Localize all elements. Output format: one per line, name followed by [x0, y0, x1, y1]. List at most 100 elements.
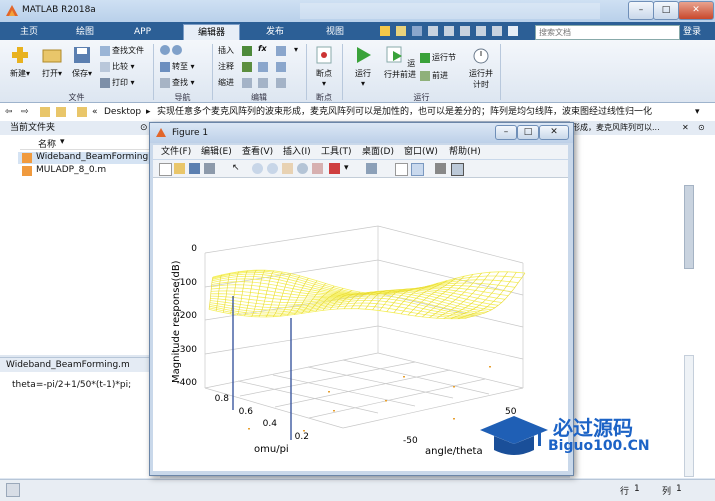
- goto-button[interactable]: 转至 ▾: [160, 61, 195, 72]
- breakpoint-icon: [316, 46, 332, 64]
- tab-view[interactable]: 视图: [312, 24, 358, 40]
- search-documentation-input[interactable]: 搜索文档: [535, 25, 680, 40]
- new-figure-icon[interactable]: [159, 163, 172, 176]
- breadcrumb-prefix[interactable]: «: [92, 103, 98, 121]
- search-icon[interactable]: ⌕: [666, 26, 671, 36]
- insert-colorbar-icon[interactable]: [395, 163, 408, 176]
- show-plot-tools-icon[interactable]: [451, 163, 464, 176]
- menu-tools[interactable]: 工具(T): [321, 145, 352, 159]
- run-section-button[interactable]: 运行节: [420, 52, 456, 63]
- run-and-time-button[interactable]: 运行并计时: [466, 46, 496, 90]
- save-button[interactable]: 保存▾: [68, 46, 96, 79]
- menu-window[interactable]: 窗口(W): [404, 145, 438, 159]
- open-file-icon[interactable]: [174, 163, 185, 174]
- indent-button[interactable]: 缩进: [218, 77, 234, 88]
- brush-dropdown-icon[interactable]: ▾: [344, 163, 349, 173]
- pointer-icon[interactable]: ↖: [232, 163, 240, 174]
- decrease-indent-icon[interactable]: [276, 78, 286, 88]
- panel-actions-icon[interactable]: ⊙: [140, 121, 148, 135]
- insert-legend-icon[interactable]: [411, 163, 424, 176]
- run-and-advance-button[interactable]: 运行并前进: [384, 46, 416, 80]
- new-file-icon[interactable]: [380, 26, 390, 36]
- menu-file[interactable]: 文件(F): [161, 145, 191, 159]
- figure-title-bar[interactable]: Figure 1 – □ ✕: [150, 123, 573, 143]
- undo-icon[interactable]: [476, 26, 486, 36]
- figure-maximize-button[interactable]: □: [517, 125, 539, 140]
- find-files-button[interactable]: 查找文件: [100, 45, 144, 56]
- watermark-subtext: Biguo100.CN: [548, 438, 650, 454]
- link-plot-icon[interactable]: [366, 163, 377, 174]
- address-dropdown-icon[interactable]: ▾: [695, 103, 700, 121]
- insert-button[interactable]: 插入: [218, 45, 234, 56]
- tab-plots[interactable]: 绘图: [62, 24, 108, 40]
- help-icon[interactable]: [508, 26, 518, 36]
- tab-home[interactable]: 主页: [6, 24, 52, 40]
- login-link[interactable]: 登录: [683, 24, 701, 37]
- maximize-button[interactable]: □: [653, 1, 679, 20]
- folder-path-text[interactable]: 实现任意多个麦克风阵列的波束形成，麦克风阵列可以是加性的，也可以是差分的；阵列是…: [157, 103, 652, 121]
- increase-indent-icon[interactable]: [258, 78, 268, 88]
- figure-minimize-button[interactable]: –: [495, 125, 517, 140]
- comment-percent-icon[interactable]: [242, 62, 252, 72]
- group-breakpoint-label: 断点: [316, 93, 332, 102]
- wrap-comment-icon[interactable]: [276, 62, 286, 72]
- zoom-out-icon[interactable]: [267, 163, 278, 174]
- comment-button[interactable]: 注释: [218, 61, 234, 72]
- tab-editor[interactable]: 编辑器: [183, 24, 241, 41]
- menu-help[interactable]: 帮助(H): [449, 145, 481, 159]
- panel-actions-icon[interactable]: ⊙: [698, 121, 705, 135]
- forward-icon[interactable]: ⇨: [21, 103, 29, 121]
- menu-desktop[interactable]: 桌面(D): [362, 145, 394, 159]
- status-toggle-icon[interactable]: [6, 483, 20, 497]
- close-icon[interactable]: ✕: [682, 121, 689, 135]
- hide-plot-tools-icon[interactable]: [435, 163, 446, 174]
- name-column-header[interactable]: 名称 ▾: [20, 137, 160, 150]
- zoom-in-icon[interactable]: [252, 163, 263, 174]
- tab-publish[interactable]: 发布: [252, 24, 298, 40]
- paste-icon[interactable]: [460, 26, 470, 36]
- matlab-logo-icon: [6, 5, 18, 16]
- breadcrumb-desktop[interactable]: Desktop: [104, 103, 141, 121]
- new-button[interactable]: 新建▾: [6, 46, 34, 79]
- pan-hand-icon[interactable]: [282, 163, 293, 174]
- browse-folder-icon[interactable]: [56, 107, 66, 117]
- back-icon[interactable]: ⇦: [5, 103, 13, 121]
- list-item[interactable]: Wideband_BeamForming.m: [18, 152, 160, 164]
- open-button[interactable]: 打开▾: [38, 46, 66, 79]
- cut-icon[interactable]: [428, 26, 438, 36]
- menu-edit[interactable]: 编辑(E): [201, 145, 232, 159]
- minimize-button[interactable]: –: [628, 1, 654, 20]
- run-button[interactable]: 运行 ▾: [348, 46, 378, 88]
- separator: [212, 44, 213, 100]
- open-file-icon[interactable]: [396, 26, 406, 36]
- insert-menu-icon[interactable]: [276, 46, 286, 56]
- figure-close-button[interactable]: ✕: [539, 125, 569, 140]
- compare-button[interactable]: 比较 ▾: [100, 61, 135, 72]
- rotate-3d-icon[interactable]: [297, 163, 308, 174]
- comment-block-icon[interactable]: [258, 62, 268, 72]
- run-advance-icon: [386, 46, 402, 63]
- menu-insert[interactable]: 插入(I): [283, 145, 311, 159]
- advance-button[interactable]: 前进: [420, 70, 448, 81]
- insert-section-icon[interactable]: [242, 46, 252, 56]
- save-file-icon[interactable]: [412, 26, 422, 36]
- print-figure-icon[interactable]: [204, 163, 215, 174]
- insert-function-icon[interactable]: fx: [258, 44, 267, 53]
- copy-icon[interactable]: [444, 26, 454, 36]
- find-button[interactable]: 查找 ▾: [160, 77, 195, 88]
- close-button[interactable]: ✕: [678, 1, 714, 20]
- tab-apps[interactable]: APP: [120, 24, 165, 40]
- redo-icon[interactable]: [492, 26, 502, 36]
- vertical-scrollbar[interactable]: [684, 185, 694, 269]
- menu-view[interactable]: 查看(V): [242, 145, 273, 159]
- back-forward-buttons[interactable]: [160, 45, 184, 55]
- data-cursor-icon[interactable]: [312, 163, 323, 174]
- up-folder-icon[interactable]: [40, 107, 50, 117]
- brush-icon[interactable]: [329, 163, 340, 174]
- breakpoints-button[interactable]: 断点 ▾: [310, 46, 338, 88]
- smart-indent-icon[interactable]: [242, 78, 252, 88]
- insert-dropdown-icon[interactable]: ▾: [294, 45, 298, 54]
- save-figure-icon[interactable]: [189, 163, 200, 174]
- list-item[interactable]: MULADP_8_0.m: [18, 165, 160, 177]
- print-button[interactable]: 打印 ▾: [100, 77, 135, 88]
